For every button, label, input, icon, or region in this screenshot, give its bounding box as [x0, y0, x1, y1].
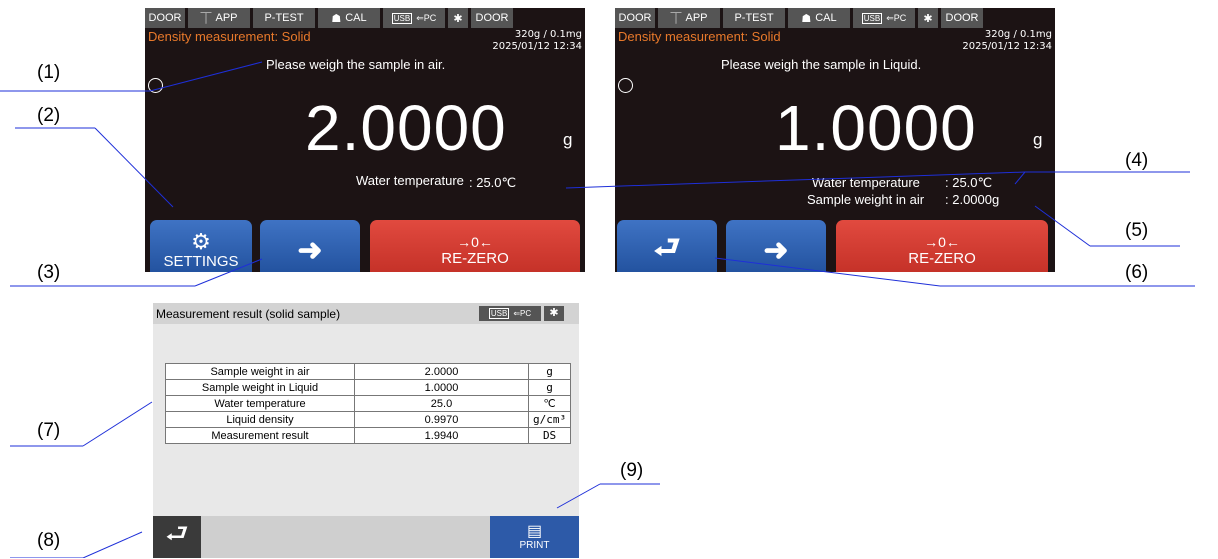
- callout-2: (2): [37, 105, 61, 126]
- callout-4: (4): [1125, 150, 1149, 171]
- callout-7: (7): [37, 420, 61, 441]
- callout-6: (6): [1125, 262, 1149, 283]
- callout-8: (8): [37, 530, 61, 551]
- callout-lines: [0, 61, 1195, 558]
- callout-1: (1): [37, 62, 61, 83]
- callout-9: (9): [620, 460, 644, 481]
- callout-3: (3): [37, 262, 61, 283]
- callout-5: (5): [1125, 220, 1149, 241]
